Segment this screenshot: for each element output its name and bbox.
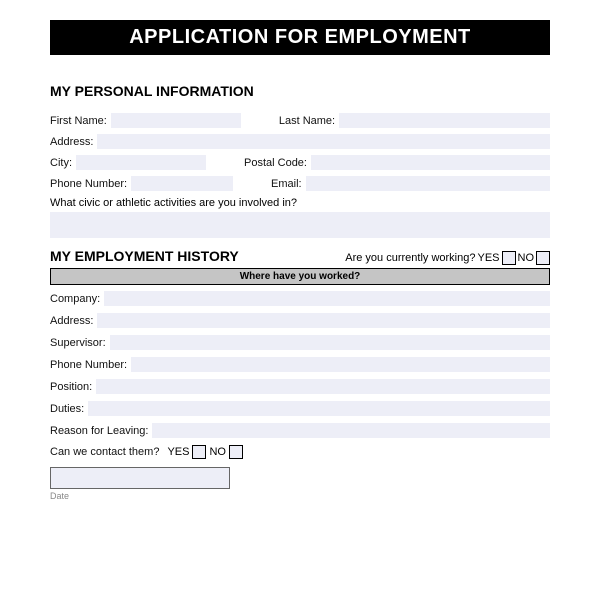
date-label: Date [50, 491, 550, 501]
yes-label: YES [477, 252, 499, 264]
contact-no-checkbox[interactable] [229, 445, 243, 459]
city-label: City: [50, 157, 72, 169]
position-label: Position: [50, 381, 92, 393]
address-field[interactable] [97, 134, 550, 149]
currently-working-yes-checkbox[interactable] [502, 251, 516, 265]
no-label: NO [518, 252, 535, 264]
phone-label: Phone Number: [50, 178, 127, 190]
section-personal-title: MY PERSONAL INFORMATION [50, 83, 550, 99]
reason-field[interactable] [152, 423, 550, 438]
where-worked-bar: Where have you worked? [50, 268, 550, 285]
contact-yes-checkbox[interactable] [192, 445, 206, 459]
date-field[interactable] [50, 467, 230, 489]
email-field[interactable] [306, 176, 550, 191]
section-employment-title: MY EMPLOYMENT HISTORY [50, 248, 239, 264]
address-label: Address: [50, 136, 93, 148]
contact-yes-label: YES [167, 446, 189, 458]
city-field[interactable] [76, 155, 206, 170]
reason-label: Reason for Leaving: [50, 425, 148, 437]
activities-field[interactable] [50, 212, 550, 238]
first-name-label: First Name: [50, 115, 107, 127]
duties-field[interactable] [88, 401, 550, 416]
emp-phone-field[interactable] [131, 357, 550, 372]
last-name-label: Last Name: [279, 115, 335, 127]
email-label: Email: [271, 178, 302, 190]
duties-label: Duties: [50, 403, 84, 415]
emp-address-field[interactable] [97, 313, 550, 328]
currently-working-label: Are you currently working? [345, 252, 475, 264]
page-title-banner: APPLICATION FOR EMPLOYMENT [50, 20, 550, 55]
postal-label: Postal Code: [244, 157, 307, 169]
phone-field[interactable] [131, 176, 233, 191]
emp-address-label: Address: [50, 315, 93, 327]
contact-no-label: NO [209, 446, 226, 458]
activities-label: What civic or athletic activities are yo… [50, 197, 550, 209]
position-field[interactable] [96, 379, 550, 394]
first-name-field[interactable] [111, 113, 241, 128]
postal-field[interactable] [311, 155, 550, 170]
emp-phone-label: Phone Number: [50, 359, 127, 371]
supervisor-field[interactable] [110, 335, 550, 350]
supervisor-label: Supervisor: [50, 337, 106, 349]
last-name-field[interactable] [339, 113, 550, 128]
company-field[interactable] [104, 291, 550, 306]
contact-label: Can we contact them? [50, 446, 159, 458]
currently-working-no-checkbox[interactable] [536, 251, 550, 265]
company-label: Company: [50, 293, 100, 305]
